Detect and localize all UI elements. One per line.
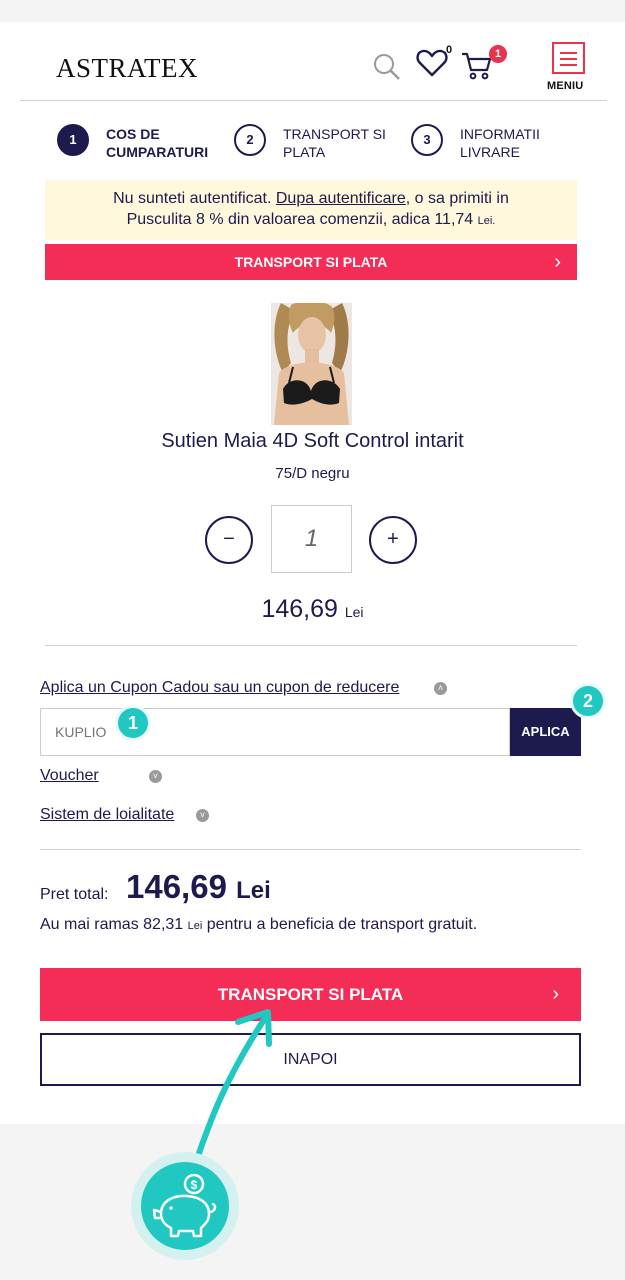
search-icon[interactable]: [372, 52, 402, 82]
loyalty-link[interactable]: Sistem de loialitate: [40, 806, 174, 824]
cart-count-badge: 1: [489, 45, 507, 63]
free-shipping-note: Au mai ramas 82,31 Lei pentru a benefici…: [40, 916, 478, 933]
step-1-label: COS DE CUMPARATURI: [106, 126, 209, 160]
quantity-decrease-button[interactable]: −: [205, 516, 253, 564]
product-variant: 75/D negru: [275, 465, 350, 482]
divider: [40, 849, 581, 850]
transport-button[interactable]: TRANSPORT SI PLATA ›: [40, 968, 581, 1021]
coupon-input[interactable]: [40, 708, 510, 756]
voucher-link[interactable]: Voucher: [40, 767, 99, 785]
step-1-number: 1: [57, 124, 89, 156]
piggy-bank-logo: $: [131, 1152, 239, 1260]
wishlist-count: 0: [446, 44, 453, 56]
step-marker-1: 1: [115, 705, 151, 741]
total-value: 146,69 Lei: [126, 868, 271, 905]
step-3-number[interactable]: 3: [411, 124, 443, 156]
apply-coupon-button[interactable]: APLICA: [510, 708, 581, 756]
chevron-up-icon[interactable]: ˄: [434, 682, 447, 695]
chevron-down-icon[interactable]: ˅: [196, 809, 209, 822]
total-label: Pret total:: [40, 886, 109, 903]
step-3-label[interactable]: INFORMATII LIVRARE: [460, 125, 540, 161]
chevron-right-icon: ›: [552, 983, 559, 1005]
menu-icon[interactable]: [552, 42, 585, 74]
chevron-right-icon: ›: [554, 251, 561, 273]
chevron-down-icon[interactable]: ˅: [149, 770, 162, 783]
coupon-toggle-link[interactable]: Aplica un Cupon Cadou sau un cupon de re…: [40, 679, 399, 697]
login-link[interactable]: Dupa autentificare: [276, 190, 406, 207]
piggy-bank-icon: $: [141, 1162, 229, 1250]
product-image[interactable]: [271, 303, 352, 425]
page: ASTRATEX 0 1 MENIU 1 COS DE CUMPARATURI 2…: [0, 22, 625, 1124]
back-button[interactable]: INAPOI: [40, 1033, 581, 1086]
header-divider: [20, 100, 607, 101]
step-2-label[interactable]: TRANSPORT SI PLATA: [283, 125, 386, 161]
menu-label[interactable]: MENIU: [547, 80, 583, 92]
step-2-number[interactable]: 2: [234, 124, 266, 156]
login-notice: Nu sunteti autentificat. Dupa autentific…: [45, 180, 577, 240]
quantity-input[interactable]: 1: [271, 505, 352, 573]
heart-icon[interactable]: [416, 48, 448, 78]
product-name[interactable]: Sutien Maia 4D Soft Control intarit: [0, 430, 625, 453]
annotation-arrow: [192, 1009, 272, 1168]
step-marker-2: 2: [570, 683, 606, 719]
product-price: 146,69 Lei: [261, 595, 364, 623]
logo[interactable]: ASTRATEX: [56, 53, 198, 84]
divider: [45, 645, 577, 646]
svg-text:$: $: [191, 1178, 198, 1192]
quantity-increase-button[interactable]: +: [369, 516, 417, 564]
transport-button-top[interactable]: TRANSPORT SI PLATA ›: [45, 244, 577, 280]
